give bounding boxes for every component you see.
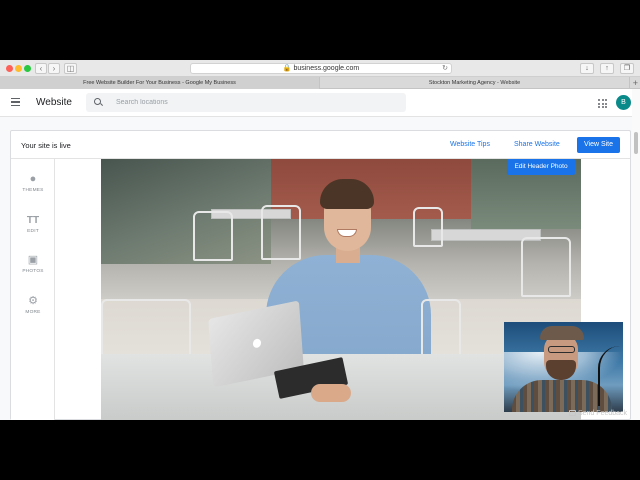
apps-grid-icon[interactable] bbox=[598, 99, 607, 108]
browser-titlebar: ‹ › ◫ 🔒 business.google.com ↻ ↓ ↑ ❐ bbox=[0, 60, 640, 77]
gear-icon: ⚙ bbox=[28, 295, 38, 307]
search-input[interactable] bbox=[116, 95, 396, 110]
photos-tool[interactable]: ▣ PHOTOS bbox=[11, 254, 55, 274]
browser-window: ‹ › ◫ 🔒 business.google.com ↻ ↓ ↑ ❐ Free… bbox=[0, 60, 640, 420]
view-site-button[interactable]: View Site bbox=[577, 137, 620, 153]
search-icon bbox=[94, 98, 101, 105]
search-bar[interactable] bbox=[86, 93, 406, 112]
send-feedback-button[interactable]: Send Feedback bbox=[569, 410, 627, 417]
download-icon[interactable]: ↓ bbox=[580, 63, 594, 74]
scrollbar-thumb[interactable] bbox=[634, 132, 638, 154]
hamburger-icon[interactable] bbox=[11, 98, 20, 108]
edit-header-photo-button[interactable]: Edit Header Photo bbox=[507, 159, 575, 175]
text-edit-icon: TT bbox=[26, 215, 40, 226]
forward-arrow-icon[interactable]: › bbox=[48, 63, 60, 74]
address-url: business.google.com bbox=[293, 65, 360, 72]
browser-tab-label: Free Website Builder For Your Business -… bbox=[83, 80, 236, 86]
browser-tab[interactable]: Free Website Builder For Your Business -… bbox=[0, 77, 320, 89]
card-header: Your site is live Website Tips Share Web… bbox=[11, 131, 630, 159]
reload-icon[interactable]: ↻ bbox=[442, 64, 448, 74]
editor-toolbar: ● THEMES TT EDIT ▣ PHOTOS ⚙ MORE bbox=[11, 159, 55, 420]
add-tab-icon[interactable]: + bbox=[633, 77, 638, 89]
minimize-window-icon[interactable] bbox=[15, 65, 22, 72]
share-icon[interactable]: ↑ bbox=[600, 63, 614, 74]
website-tips-button[interactable]: Website Tips bbox=[450, 141, 490, 148]
avatar[interactable]: B bbox=[616, 95, 631, 110]
back-arrow-icon[interactable]: ‹ bbox=[35, 63, 47, 74]
app-header: Website B bbox=[0, 89, 632, 117]
send-feedback-label: Send Feedback bbox=[578, 410, 628, 417]
new-tab-overview-icon[interactable]: ❐ bbox=[620, 63, 634, 74]
maximize-window-icon[interactable] bbox=[24, 65, 31, 72]
sidebar-toggle-icon[interactable]: ◫ bbox=[64, 63, 77, 74]
edit-tool[interactable]: TT EDIT bbox=[11, 214, 55, 234]
share-website-button[interactable]: Share Website bbox=[514, 141, 560, 148]
microphone-icon bbox=[598, 346, 620, 406]
browser-tab[interactable]: Stockton Marketing Agency - Website bbox=[320, 77, 630, 89]
camera-add-icon: ▣ bbox=[27, 254, 39, 266]
more-tool[interactable]: ⚙ MORE bbox=[11, 295, 55, 315]
lock-icon: 🔒 bbox=[282, 65, 292, 72]
webcam-overlay bbox=[504, 322, 623, 412]
page-title: Website bbox=[36, 97, 72, 108]
palette-icon: ● bbox=[29, 173, 37, 185]
site-status: Your site is live bbox=[21, 141, 71, 150]
browser-tab-bar: Free Website Builder For Your Business -… bbox=[0, 77, 640, 89]
feedback-icon bbox=[569, 410, 576, 416]
address-bar[interactable]: 🔒 business.google.com ↻ bbox=[190, 63, 452, 74]
browser-tab-label: Stockton Marketing Agency - Website bbox=[428, 80, 521, 86]
themes-tool[interactable]: ● THEMES bbox=[11, 173, 55, 193]
close-window-icon[interactable] bbox=[6, 65, 13, 72]
